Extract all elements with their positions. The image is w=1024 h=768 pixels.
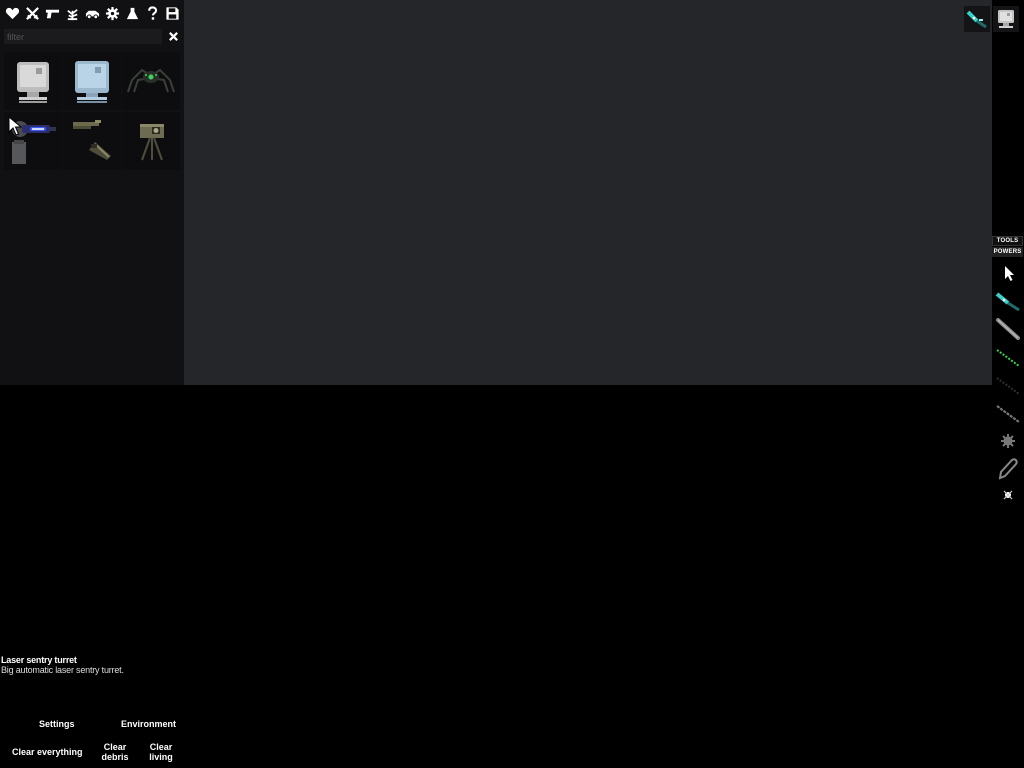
category-machinery-button[interactable] [103,4,121,22]
spawn-item-blue-computer[interactable] [63,52,121,110]
close-icon [169,32,178,41]
syringe-tool-icon [995,292,1020,312]
save-icon [165,6,179,20]
clear-everything-button[interactable]: Clear everything [12,747,83,757]
pointer-icon [1005,266,1014,281]
tab-powers[interactable]: POWERS [992,247,1023,257]
dark-wire-icon [996,377,1020,395]
camera-tripod-icon [140,124,164,161]
category-melee-button[interactable] [23,4,41,22]
clear-debris-button[interactable]: Clear debris [100,742,130,762]
vehicle-icon [85,10,99,19]
category-plants-button[interactable] [63,4,81,22]
gear-small-icon [1001,434,1015,448]
top-right-toolbar [964,6,1019,32]
help-button[interactable] [143,4,161,22]
spawn-menu-panel [0,0,184,385]
settings-button[interactable]: Settings [39,719,75,729]
tool-dark-wire-button[interactable] [994,371,1022,399]
spawn-item-spider-bot[interactable] [122,52,180,110]
category-chemistry-button[interactable] [123,4,141,22]
pin-icon [1003,490,1013,500]
spawn-item-laser-sentry-turret[interactable] [4,112,62,170]
sandbox-scene[interactable] [184,0,992,385]
heart-icon [5,7,19,19]
item-description-text: Big automatic laser sentry turret. [1,665,124,675]
computer-contraption-icon [998,10,1014,28]
category-vehicles-button[interactable] [83,4,101,22]
tool-pointer-button[interactable] [994,259,1022,287]
category-bar [0,0,184,26]
help-icon [147,5,157,20]
rifle-parts-icon [73,120,111,160]
spawn-item-rifle-parts[interactable] [63,112,121,170]
spawn-item-grid [4,52,180,170]
plant-icon [66,8,78,20]
spawn-item-grey-computer[interactable] [4,52,62,110]
category-heart-button[interactable] [3,4,21,22]
tab-tools[interactable]: TOOLS [992,236,1023,246]
tool-rod-button[interactable] [994,315,1022,343]
tool-pin-button[interactable] [994,481,1022,509]
category-firearms-button[interactable] [43,4,61,22]
green-wire-icon [996,349,1020,367]
gear-icon [105,6,119,20]
rope-loop-icon [998,458,1018,480]
environment-button[interactable]: Environment [121,719,176,729]
contraption-button[interactable] [993,6,1019,32]
tool-chain-button[interactable] [994,399,1022,427]
item-description-name: Laser sentry turret [1,655,77,665]
crossed-swords-icon [25,6,39,20]
spawn-item-camera-tripod[interactable] [122,112,180,170]
syringe-tool-icon [966,10,987,29]
tool-green-wire-button[interactable] [994,343,1022,371]
grey-computer-icon [17,62,49,103]
tool-syringe-button[interactable] [994,287,1022,315]
tool-rope-button[interactable] [994,455,1022,483]
laser-sentry-turret-icon [12,121,56,164]
gun-icon [45,9,59,18]
clear-living-button[interactable]: Clear living [146,742,176,762]
chain-icon [996,405,1020,423]
save-button[interactable] [163,4,181,22]
clear-filter-button[interactable] [166,29,181,44]
filter-input[interactable] [4,29,162,44]
rod-tool-icon [996,318,1020,340]
tool-gear-button[interactable] [994,427,1022,455]
item-description: Laser sentry turret Big automatic laser … [1,655,124,675]
spider-bot-icon [127,68,175,93]
blue-computer-icon [75,61,109,103]
active-tool-button[interactable] [964,6,990,32]
flask-icon [126,7,138,19]
